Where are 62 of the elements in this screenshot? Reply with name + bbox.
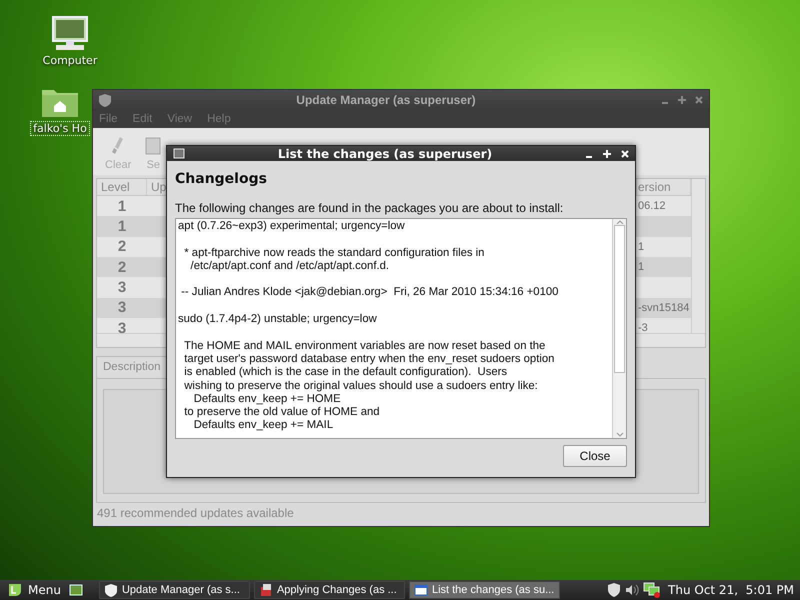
menu-item[interactable]: File [99, 113, 118, 126]
changelog-line: -- Julian Andres Klode <jak@debian.org> Fri, 26 Mar 2010 15:34:16 +0100 [180, 286, 560, 300]
tab[interactable]: Description [96, 356, 168, 378]
volume-icon[interactable] [625, 584, 640, 596]
menu-item[interactable]: Edit [132, 113, 152, 126]
heading: Changelogs [175, 171, 268, 187]
shield-icon[interactable] [607, 582, 622, 598]
close-button[interactable]: Close [563, 445, 627, 467]
changelog-line: The HOME and MAIL environment variables are now reset based on the [183, 340, 546, 353]
menu-item[interactable]: Help [207, 113, 231, 126]
changelog-line: target user's password database entry when the env_reset sudoers option [183, 352, 556, 366]
package-icon [258, 583, 273, 597]
level-value: 3 [118, 278, 126, 296]
menu-item[interactable]: View [167, 113, 192, 126]
version-text: 1 [637, 240, 644, 253]
shield-icon [99, 94, 111, 107]
scrollbar[interactable] [612, 219, 626, 438]
changelog-line: apt (0.7.26~exp3) experimental; urgency=low [178, 220, 406, 234]
level-value: 1 [118, 218, 126, 236]
level-value: 2 [118, 258, 126, 276]
toolbar-button[interactable]: Clear [105, 137, 132, 172]
version-text: -3 [637, 322, 648, 334]
window-icon [414, 583, 428, 597]
taskbar-button[interactable]: List the changes (as su... [408, 581, 560, 599]
vertical-scrollbar[interactable] [691, 179, 705, 333]
network-icon[interactable] [643, 582, 662, 598]
clock[interactable]: Thu Oct 21, 5:01 PM [665, 583, 797, 597]
intro-text: The following changes are found in the packages you are about to install: [175, 201, 564, 215]
leaf-logo-icon [7, 582, 23, 598]
changelog-line: * apt-ftparchive now reads the standard configuration files in [183, 246, 486, 260]
changelog-line: to preserve the old value of HOME and [183, 406, 381, 420]
level-value: 3 [118, 320, 126, 337]
window-title: Update Manager (as superuser) [295, 93, 477, 108]
column-header[interactable]: ersion [638, 180, 671, 194]
level-value: 3 [118, 299, 126, 316]
taskbar-button[interactable]: Applying Changes (as ... [254, 581, 405, 599]
changelog-line: Defaults env_keep += HOME [192, 392, 342, 406]
shield-icon [104, 583, 118, 597]
menu-button[interactable]: Menu [3, 582, 65, 598]
changelog-line: /etc/apt/apt.conf and /etc/apt/apt.conf.d. [190, 260, 390, 274]
window-icon [173, 148, 185, 159]
version-text: 06.12 [637, 200, 666, 212]
version-text: -svn15184 [637, 302, 690, 314]
column-header[interactable]: Level [101, 180, 130, 194]
version-text: 1 [637, 261, 644, 274]
level-value: 2 [118, 238, 126, 256]
icon-label[interactable]: falko's Ho [31, 122, 89, 135]
scrollbar-thumb[interactable] [614, 224, 625, 373]
brush-icon [111, 137, 126, 156]
level-value: 1 [118, 198, 126, 215]
changelog-line: sudo (1.7.4p4-2) unstable; urgency=low [178, 313, 378, 326]
changelog-line: Defaults env_keep += MAIL [192, 419, 334, 433]
document-icon [145, 137, 162, 156]
window-title: List the changes (as superuser) [276, 146, 494, 160]
status-text: 491 recommended updates available [97, 506, 294, 520]
desktop-icon[interactable] [68, 584, 83, 596]
taskbar-button[interactable]: Update Manager (as s... [98, 581, 250, 599]
toolbar-button[interactable]: Se [145, 137, 162, 172]
changelog-line: wishing to preserve the original values should use a sudoers entry like: [183, 380, 539, 393]
changelog-line: is enabled (which is the case in the default configuration). Users [183, 366, 508, 380]
icon-label[interactable]: Computer [40, 54, 100, 67]
computer-icon [50, 16, 90, 52]
